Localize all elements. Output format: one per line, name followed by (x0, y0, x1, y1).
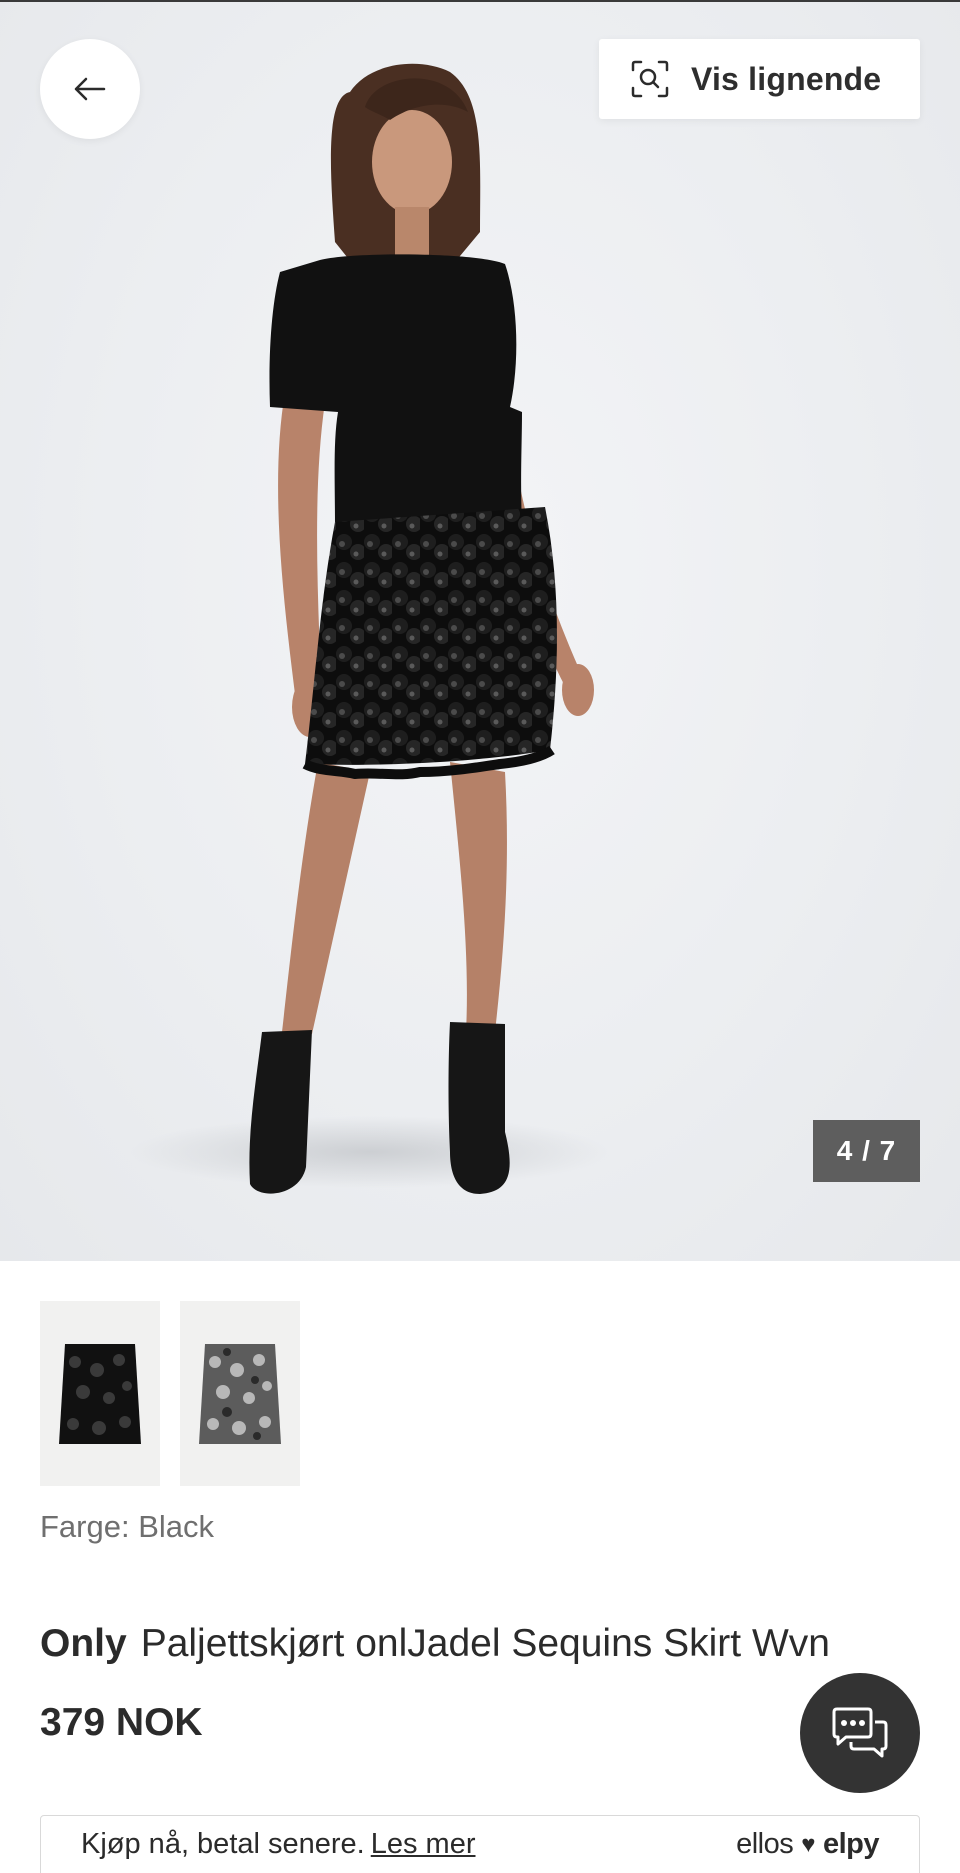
product-price: 379 NOK (40, 1701, 203, 1744)
elpy-logo-text: elpy (822, 1828, 880, 1860)
image-counter: 4 / 7 (813, 1120, 920, 1182)
product-name: Paljettskjørt onlJadel Sequins Skirt Wvn (140, 1622, 830, 1665)
pay-later-message: Kjøp nå, betal senere. (81, 1828, 365, 1860)
variant-swatch-black[interactable] (40, 1301, 160, 1486)
ellos-elpy-logo: ellos ♥ elpy (736, 1828, 879, 1861)
product-image-gallery[interactable]: Vis lignende 4 / 7 (0, 2, 960, 1261)
chat-bubbles-icon (832, 1707, 888, 1758)
show-similar-label: Vis lignende (691, 60, 882, 97)
visual-search-icon (631, 60, 669, 98)
product-title: Only Paljettskjørt onlJadel Sequins Skirt… (40, 1622, 830, 1666)
variant-swatch-silver[interactable] (180, 1301, 300, 1486)
chat-button[interactable] (800, 1673, 920, 1793)
black-skirt-thumbnail (59, 1343, 141, 1444)
brand-name[interactable]: Only (40, 1622, 127, 1665)
pay-later-banner: Kjøp nå, betal senere. Les mer ellos ♥ el… (40, 1815, 920, 1873)
arrow-left-icon (74, 77, 106, 101)
ellos-logo-text: ellos (736, 1828, 794, 1860)
selected-color-label: Farge: Black (40, 1509, 215, 1544)
silver-skirt-thumbnail (199, 1343, 281, 1444)
back-button[interactable] (40, 39, 140, 139)
read-more-link[interactable]: Les mer (371, 1828, 476, 1860)
show-similar-button[interactable]: Vis lignende (599, 39, 920, 119)
product-photo (130, 63, 610, 1194)
heart-icon: ♥ (801, 1830, 815, 1858)
pay-later-text: Kjøp nå, betal senere. Les mer (81, 1828, 476, 1861)
